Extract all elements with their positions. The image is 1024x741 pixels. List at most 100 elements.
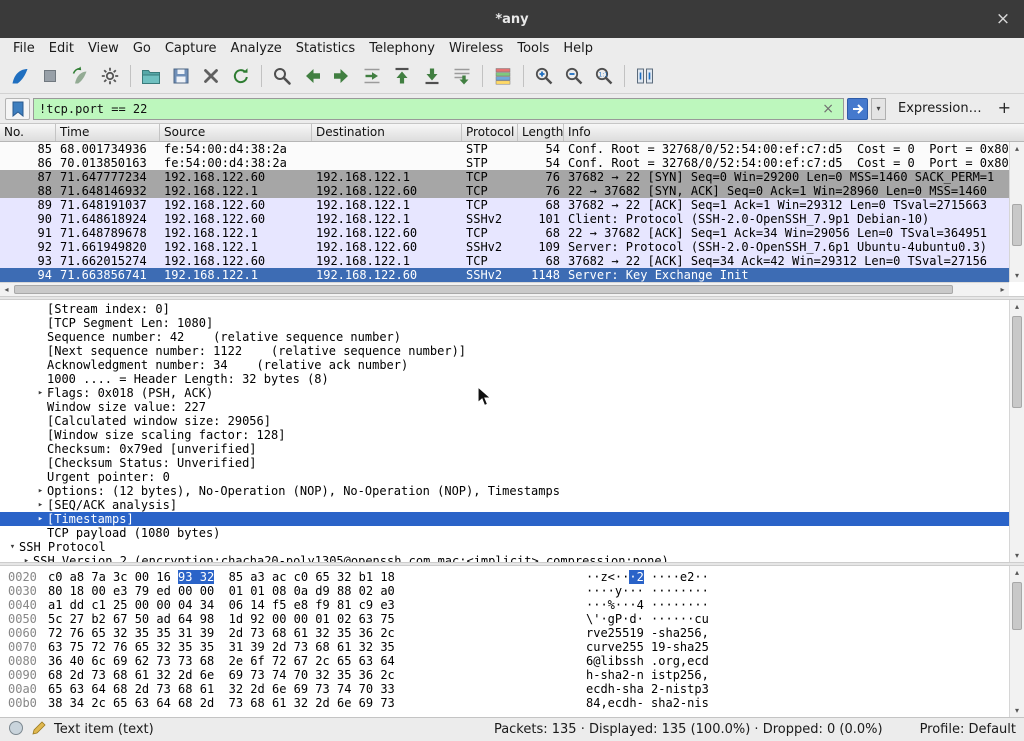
hex-row[interactable]: 007063 75 72 76 65 32 35 35 31 39 2d 73 … (8, 640, 1009, 654)
detail-line[interactable]: Window size value: 227 (0, 400, 1009, 414)
go-forward-button[interactable] (327, 62, 357, 90)
zoom-out-button[interactable] (559, 62, 589, 90)
scroll-left-icon[interactable]: ◂ (0, 283, 13, 296)
detail-line[interactable]: Acknowledgment number: 34 (relative ack … (0, 358, 1009, 372)
title-bar[interactable]: *any × (0, 0, 1024, 38)
detail-line[interactable]: Sequence number: 42 (relative sequence n… (0, 330, 1009, 344)
resize-columns-button[interactable] (630, 62, 660, 90)
column-header-destination[interactable]: Destination (312, 124, 462, 141)
packet-row[interactable]: 9371.662015274192.168.122.60192.168.122.… (0, 254, 1009, 268)
menu-item-analyze[interactable]: Analyze (224, 40, 289, 57)
filter-field[interactable]: × (33, 98, 844, 120)
capture-options-button[interactable] (95, 62, 125, 90)
bytes-vscrollbar[interactable]: ▴ ▾ (1009, 566, 1024, 717)
hex-row[interactable]: 0040a1 dd c1 25 00 00 04 34 06 14 f5 e8 … (8, 598, 1009, 612)
menu-item-statistics[interactable]: Statistics (289, 40, 362, 57)
colorize-packets-button[interactable] (488, 62, 518, 90)
hex-row[interactable]: 00b038 34 2c 65 63 64 68 2d 73 68 61 32 … (8, 696, 1009, 710)
hex-row[interactable]: 00505c 27 b2 67 50 ad 64 98 1d 92 00 00 … (8, 612, 1009, 626)
detail-line[interactable]: [Window size scaling factor: 128] (0, 428, 1009, 442)
close-window-button[interactable]: × (992, 8, 1014, 30)
apply-filter-button[interactable] (847, 98, 868, 120)
expand-arrow-icon[interactable]: ▸ (34, 386, 47, 400)
go-to-first-button[interactable] (387, 62, 417, 90)
menu-item-telephony[interactable]: Telephony (362, 40, 442, 57)
hex-row[interactable]: 003080 18 00 e3 79 ed 00 00 01 01 08 0a … (8, 584, 1009, 598)
scroll-right-icon[interactable]: ▸ (996, 283, 1009, 296)
detail-line[interactable]: [Checksum Status: Unverified] (0, 456, 1009, 470)
packet-list-hscrollbar[interactable]: ◂ ▸ (0, 282, 1009, 296)
details-vscrollbar[interactable]: ▴ ▾ (1009, 300, 1024, 562)
packet-list-vscrollbar[interactable]: ▴ ▾ (1009, 142, 1024, 282)
filter-dropdown-button[interactable]: ▾ (871, 98, 886, 120)
scroll-down-icon[interactable]: ▾ (1010, 704, 1024, 717)
packet-row[interactable]: 8670.013850163fe:54:00:d4:38:2aSTP54Conf… (0, 156, 1009, 170)
detail-line[interactable]: [Stream index: 0] (0, 302, 1009, 316)
detail-line[interactable]: ▸[SEQ/ACK analysis] (0, 498, 1009, 512)
menu-item-tools[interactable]: Tools (510, 40, 556, 57)
auto-scroll-button[interactable] (447, 62, 477, 90)
packet-row[interactable]: 8771.647777234192.168.122.60192.168.122.… (0, 170, 1009, 184)
expand-arrow-icon[interactable]: ▸ (20, 554, 33, 562)
profile-button[interactable]: Profile: Default (920, 722, 1016, 737)
menu-item-help[interactable]: Help (556, 40, 600, 57)
clear-filter-icon[interactable]: × (818, 99, 838, 119)
detail-line[interactable]: ▾SSH Protocol (0, 540, 1009, 554)
detail-line[interactable]: [TCP Segment Len: 1080] (0, 316, 1009, 330)
detail-line[interactable]: ▸Options: (12 bytes), No-Operation (NOP)… (0, 484, 1009, 498)
scrollbar-thumb[interactable] (1012, 316, 1022, 408)
scroll-up-icon[interactable]: ▴ (1010, 566, 1024, 579)
scrollbar-thumb[interactable] (14, 285, 953, 294)
hex-row[interactable]: 008036 40 6c 69 62 73 73 68 2e 6f 72 67 … (8, 654, 1009, 668)
go-back-button[interactable] (297, 62, 327, 90)
detail-line[interactable]: 1000 .... = Header Length: 32 bytes (8) (0, 372, 1009, 386)
menu-item-wireless[interactable]: Wireless (442, 40, 510, 57)
packet-row[interactable]: 9171.648789678192.168.122.1192.168.122.6… (0, 226, 1009, 240)
column-header-protocol[interactable]: Protocol (462, 124, 518, 141)
go-to-packet-button[interactable] (357, 62, 387, 90)
add-filter-button[interactable]: + (994, 98, 1019, 119)
scroll-down-icon[interactable]: ▾ (1010, 269, 1024, 282)
packet-row[interactable]: 9471.663856741192.168.122.1192.168.122.6… (0, 268, 1009, 282)
restart-capture-button[interactable] (65, 62, 95, 90)
menu-item-edit[interactable]: Edit (42, 40, 81, 57)
hex-row[interactable]: 009068 2d 73 68 61 32 2d 6e 69 73 74 70 … (8, 668, 1009, 682)
go-to-last-button[interactable] (417, 62, 447, 90)
open-file-button[interactable] (136, 62, 166, 90)
expand-arrow-icon[interactable]: ▾ (6, 540, 19, 554)
packet-row[interactable]: 9071.648618924192.168.122.60192.168.122.… (0, 212, 1009, 226)
menu-item-view[interactable]: View (81, 40, 126, 57)
detail-line[interactable]: Checksum: 0x79ed [unverified] (0, 442, 1009, 456)
scroll-down-icon[interactable]: ▾ (1010, 549, 1024, 562)
save-file-button[interactable] (166, 62, 196, 90)
scroll-up-icon[interactable]: ▴ (1010, 300, 1024, 313)
packet-row[interactable]: 8871.648146932192.168.122.1192.168.122.6… (0, 184, 1009, 198)
reload-file-button[interactable] (226, 62, 256, 90)
stop-capture-button[interactable] (35, 62, 65, 90)
detail-line[interactable]: ▸Flags: 0x018 (PSH, ACK) (0, 386, 1009, 400)
detail-line[interactable]: [Calculated window size: 29056] (0, 414, 1009, 428)
expression-button[interactable]: Expression… (889, 101, 991, 116)
detail-line[interactable]: TCP payload (1080 bytes) (0, 526, 1009, 540)
hex-row[interactable]: 00a065 63 64 68 2d 73 68 61 32 2d 6e 69 … (8, 682, 1009, 696)
packet-row[interactable]: 9271.661949820192.168.122.1192.168.122.6… (0, 240, 1009, 254)
scrollbar-thumb[interactable] (1012, 582, 1022, 630)
hex-row[interactable]: 006072 76 65 32 35 35 31 39 2d 73 68 61 … (8, 626, 1009, 640)
scrollbar-thumb[interactable] (1012, 204, 1022, 246)
packet-row[interactable]: 8568.001734936fe:54:00:d4:38:2aSTP54Conf… (0, 142, 1009, 156)
detail-line[interactable]: ▸SSH Version 2 (encryption:chacha20-poly… (0, 554, 1009, 562)
packet-row[interactable]: 8971.648191037192.168.122.60192.168.122.… (0, 198, 1009, 212)
close-file-button[interactable] (196, 62, 226, 90)
expand-arrow-icon[interactable]: ▸ (34, 484, 47, 498)
expand-arrow-icon[interactable]: ▸ (34, 512, 47, 526)
capture-comment-icon[interactable] (31, 720, 47, 740)
expert-info-icon[interactable] (8, 720, 24, 740)
menu-item-go[interactable]: Go (126, 40, 158, 57)
column-header-info[interactable]: Info (564, 124, 1009, 141)
column-header-length[interactable]: Length (518, 124, 564, 141)
detail-line[interactable]: [Next sequence number: 1122 (relative se… (0, 344, 1009, 358)
column-header-time[interactable]: Time (56, 124, 160, 141)
detail-line[interactable]: Urgent pointer: 0 (0, 470, 1009, 484)
menu-item-capture[interactable]: Capture (158, 40, 224, 57)
detail-line[interactable]: ▸[Timestamps] (0, 512, 1009, 526)
